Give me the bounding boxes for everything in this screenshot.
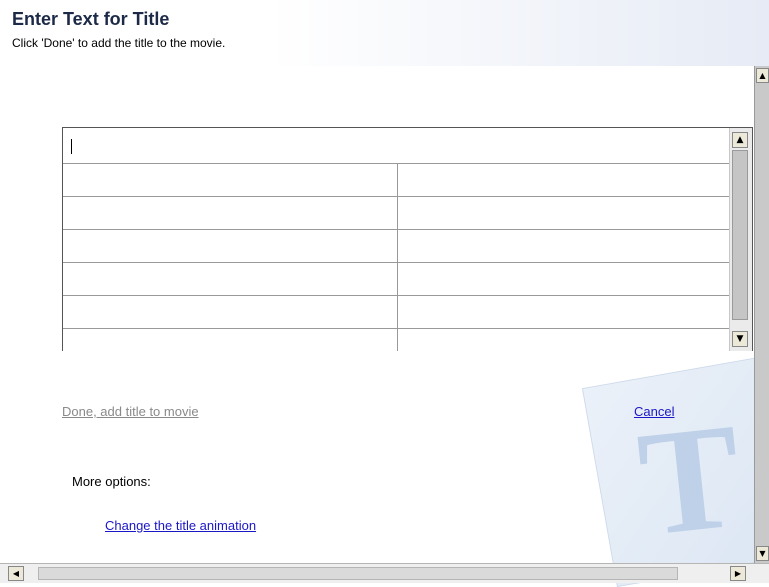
horizontal-scroll-thumb[interactable] [38, 567, 678, 580]
grid-cell[interactable] [398, 263, 732, 295]
title-text-input[interactable] [63, 128, 731, 164]
done-add-title-link[interactable]: Done, add title to movie [62, 404, 199, 419]
scroll-down-icon[interactable]: ▼ [732, 331, 748, 347]
grid-cell[interactable] [398, 197, 732, 229]
page-subtitle: Click 'Done' to add the title to the mov… [12, 36, 226, 50]
page-scroll-up-icon[interactable]: ▲ [756, 68, 769, 83]
scroll-right-icon[interactable]: ▶ [730, 566, 746, 581]
grid-row [63, 329, 731, 351]
grid-cell[interactable] [63, 164, 398, 196]
change-title-animation-link[interactable]: Change the title animation [105, 518, 256, 533]
grid-cell[interactable] [63, 197, 398, 229]
title-text-editor[interactable]: ▲ ▼ [62, 127, 753, 351]
grid-row [63, 230, 731, 263]
grid-row [63, 164, 731, 197]
grid-cell[interactable] [63, 263, 398, 295]
title-text-grid [63, 164, 731, 351]
grid-row [63, 263, 731, 296]
scroll-left-icon[interactable]: ◀ [8, 566, 24, 581]
grid-cell[interactable] [63, 329, 398, 351]
more-options-heading: More options: [72, 474, 151, 489]
task-header: Enter Text for Title Click 'Done' to add… [0, 0, 769, 66]
cancel-link[interactable]: Cancel [634, 404, 674, 419]
grid-cell[interactable] [398, 164, 732, 196]
scroll-up-icon[interactable]: ▲ [732, 132, 748, 148]
grid-cell[interactable] [63, 230, 398, 262]
text-caret [71, 139, 72, 154]
editor-vertical-scrollbar[interactable]: ▲ ▼ [729, 128, 752, 351]
page-scroll-down-icon[interactable]: ▼ [756, 546, 769, 561]
grid-row [63, 197, 731, 230]
editor-scroll-thumb[interactable] [732, 150, 748, 320]
grid-cell[interactable] [398, 329, 732, 351]
page-title: Enter Text for Title [12, 9, 170, 29]
grid-cell[interactable] [398, 296, 732, 328]
grid-row [63, 296, 731, 329]
page-horizontal-scrollbar[interactable]: ◀ ▶ [0, 563, 769, 583]
grid-cell[interactable] [63, 296, 398, 328]
grid-cell[interactable] [398, 230, 732, 262]
title-watermark-letter: T [631, 392, 749, 568]
page-vertical-scrollbar[interactable]: ▲ ▼ [754, 66, 769, 563]
